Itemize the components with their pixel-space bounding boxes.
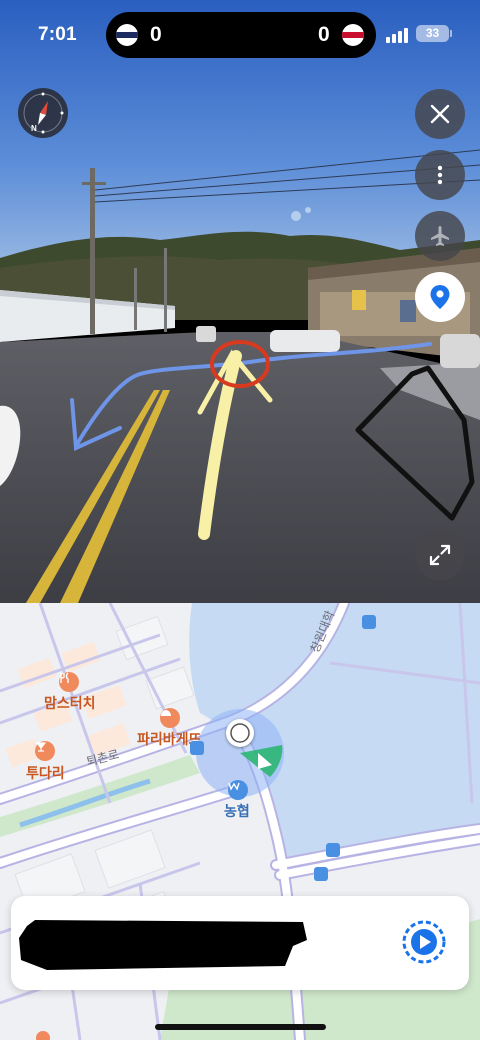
bus-stop-icon[interactable] <box>326 843 340 857</box>
signal-bar <box>398 31 402 43</box>
nonghyup-label: 농협 <box>224 803 250 819</box>
dynamic-island-scoreboard[interactable]: 0 0 <box>106 12 376 58</box>
bus-stop-icon[interactable] <box>362 615 376 629</box>
redacted-text <box>19 920 307 970</box>
team-logo-left <box>116 24 138 46</box>
battery-nub <box>450 30 452 37</box>
moms-touch-poi[interactable] <box>59 672 79 692</box>
more-options-button[interactable] <box>415 150 465 200</box>
compass-icon <box>23 92 64 134</box>
street-view-scene <box>0 0 480 603</box>
street-view-marker[interactable] <box>226 719 254 747</box>
signal-bar <box>392 34 396 43</box>
airplane-icon <box>431 226 449 246</box>
street-view-play-icon <box>402 920 446 964</box>
bank-icon <box>228 782 240 791</box>
close-icon <box>430 104 450 124</box>
tudari-label: 투다리 <box>26 765 65 781</box>
compass-button[interactable] <box>18 88 68 138</box>
team-logo-right <box>342 24 364 46</box>
expand-icon <box>429 544 451 566</box>
more-vertical-icon <box>437 165 443 185</box>
bakery-icon <box>161 710 171 716</box>
score-left: 0 <box>150 23 162 46</box>
bus-stop-icon[interactable] <box>314 867 328 881</box>
street-view-marker-icon <box>230 723 250 743</box>
signal-bar <box>404 28 408 43</box>
close-button[interactable] <box>415 89 465 139</box>
compass-north-label: N <box>31 124 37 133</box>
bus-stop-icon[interactable] <box>190 741 204 755</box>
street-view-panorama[interactable]: 7:01 0 0 33 N <box>0 0 480 603</box>
nonghyup-poi[interactable] <box>228 780 248 800</box>
location-button[interactable] <box>415 272 465 322</box>
tudari-poi[interactable] <box>35 741 55 761</box>
score-right: 0 <box>318 23 330 46</box>
status-time: 7:01 <box>38 24 77 45</box>
battery-icon: 33 <box>416 25 449 42</box>
street-view-play-button[interactable] <box>401 919 447 965</box>
bar-icon <box>35 742 47 752</box>
expand-button[interactable] <box>415 530 465 580</box>
poi-icon[interactable] <box>36 1031 50 1040</box>
location-pin-icon <box>430 285 450 309</box>
paris-baguette-poi[interactable] <box>160 708 180 728</box>
home-indicator[interactable] <box>155 1024 326 1030</box>
aerial-view-button[interactable] <box>415 211 465 261</box>
place-info-card[interactable] <box>11 896 469 990</box>
signal-bar <box>386 37 390 43</box>
restaurant-icon <box>60 672 69 683</box>
moms-touch-label: 맘스터치 <box>44 695 96 711</box>
